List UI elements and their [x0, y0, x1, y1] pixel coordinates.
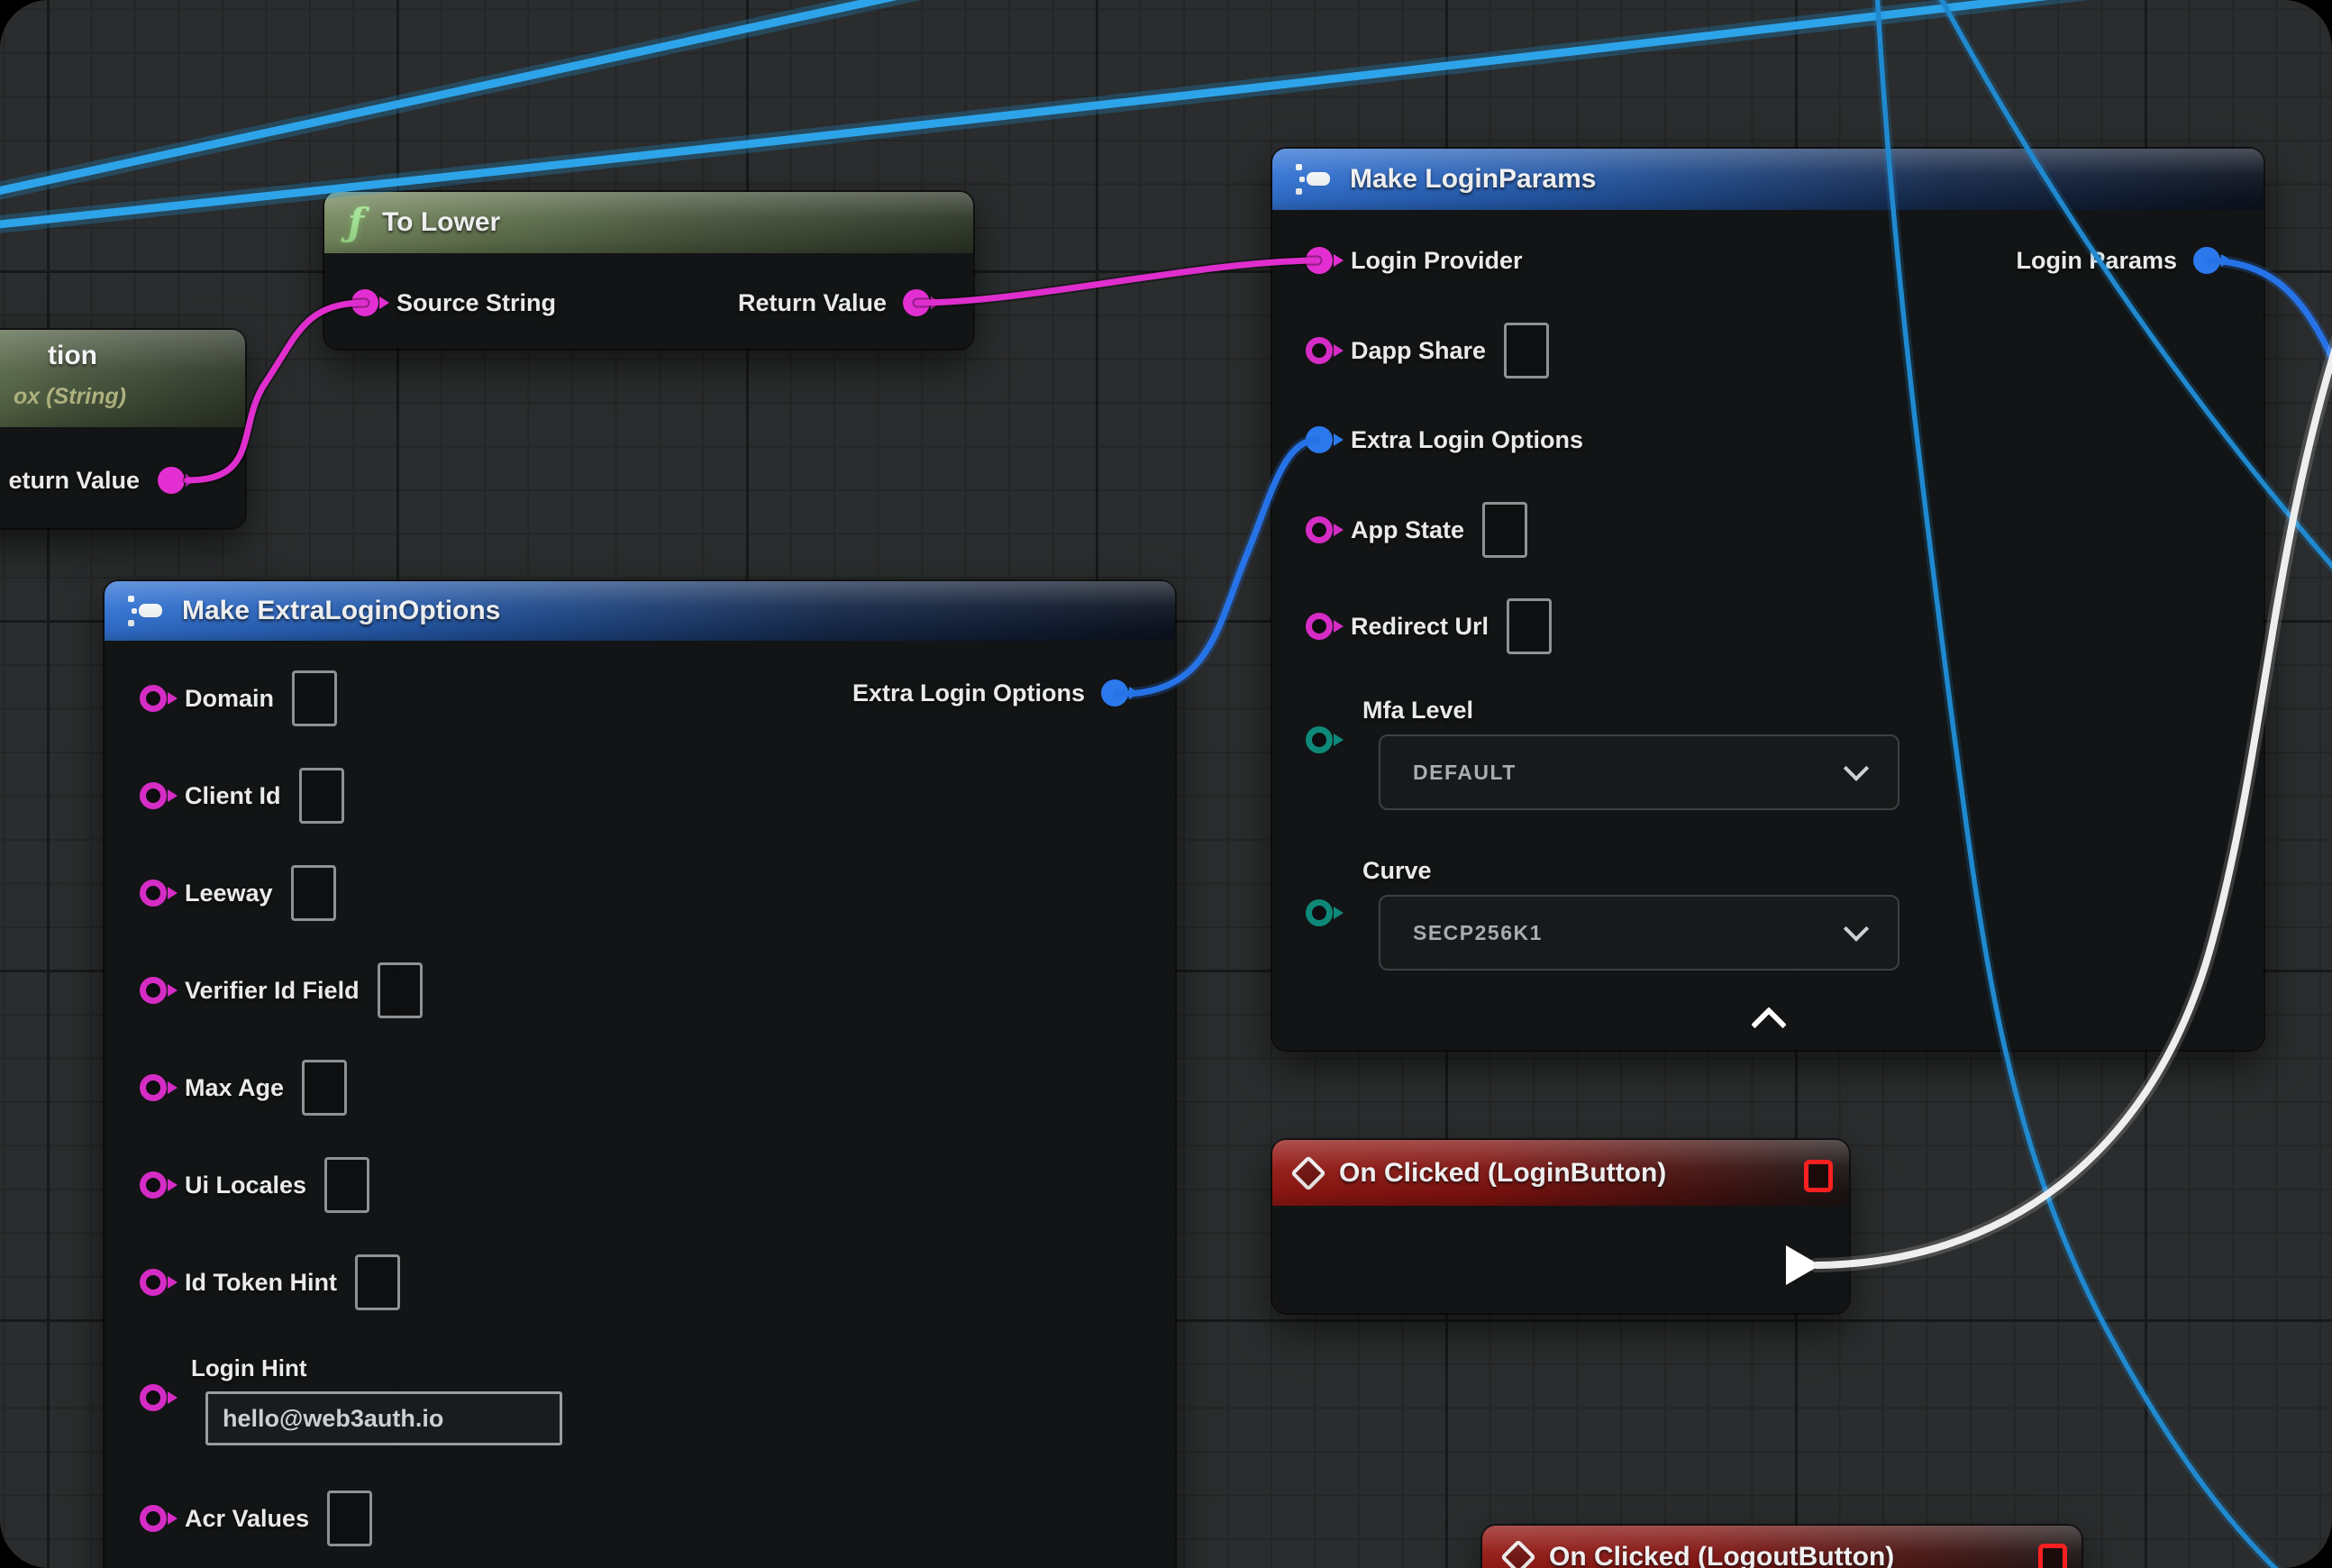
curve-dropdown[interactable]: SECP256K1	[1379, 895, 1899, 971]
id-token-hint-pin[interactable]	[140, 1269, 167, 1296]
return-value-pin[interactable]	[903, 289, 930, 316]
redirect-url-value-box[interactable]	[1507, 598, 1552, 654]
verifier-id-field-pin[interactable]	[140, 977, 167, 1004]
app-state-pin[interactable]	[1306, 516, 1333, 543]
redirect-url-pin[interactable]	[1306, 613, 1333, 640]
acr-values-value-box[interactable]	[327, 1491, 372, 1546]
node-title: On Clicked (LoginButton)	[1339, 1158, 1666, 1189]
verifier-id-field-value-box[interactable]	[378, 962, 423, 1018]
node-title: tion	[48, 341, 97, 371]
node-make-login-params[interactable]: Make LoginParams Login Provider Login Pa…	[1272, 149, 2264, 1050]
event-icon	[1290, 1155, 1326, 1191]
ui-locales-pin[interactable]	[140, 1171, 167, 1199]
node-partial-function-header[interactable]: tion ox (String)	[0, 330, 245, 427]
mfa-level-label: Mfa Level	[1362, 697, 1473, 725]
return-value-label: Return Value	[738, 289, 887, 317]
curve-value: SECP256K1	[1413, 921, 1543, 945]
curve-pin[interactable]	[1306, 899, 1333, 926]
domain-label: Domain	[185, 685, 274, 713]
client-id-pin[interactable]	[140, 782, 167, 809]
node-title: On Clicked (LogoutButton)	[1549, 1542, 1894, 1568]
login-params-out-pin[interactable]	[2193, 247, 2220, 274]
id-token-hint-label: Id Token Hint	[185, 1269, 337, 1297]
client-id-label: Client Id	[185, 782, 281, 810]
max-age-pin[interactable]	[140, 1074, 167, 1101]
node-to-lower[interactable]: ƒ To Lower Source String Return Value	[324, 192, 973, 349]
exec-output-pin[interactable]	[1786, 1245, 1820, 1285]
login-provider-label: Login Provider	[1351, 247, 1523, 275]
ui-locales-label: Ui Locales	[185, 1171, 306, 1199]
redirect-url-label: Redirect Url	[1351, 613, 1489, 641]
curve-label: Curve	[1362, 857, 1432, 885]
node-to-lower-header[interactable]: ƒ To Lower	[324, 192, 973, 253]
make-struct-icon	[1296, 161, 1332, 197]
chevron-down-icon	[1844, 916, 1869, 942]
magenta-wire-tolower-to-loginprovider	[917, 260, 1317, 303]
leeway-value-box[interactable]	[291, 865, 336, 921]
login-params-out-label: Login Params	[2016, 247, 2177, 275]
function-icon: ƒ	[348, 204, 364, 242]
node-title: Make LoginParams	[1350, 164, 1596, 195]
collapse-node-button[interactable]	[1751, 1007, 1787, 1043]
node-partial-function[interactable]: tion ox (String) eturn Value	[0, 330, 245, 528]
dapp-share-label: Dapp Share	[1351, 337, 1486, 365]
verifier-id-field-label: Verifier Id Field	[185, 977, 360, 1005]
mfa-level-dropdown[interactable]: DEFAULT	[1379, 734, 1899, 810]
node-on-clicked-logout-button[interactable]: On Clicked (LogoutButton)	[1482, 1526, 2081, 1568]
node-make-extra-login-options-header[interactable]: Make ExtraLoginOptions	[105, 581, 1175, 641]
acr-values-label: Acr Values	[185, 1505, 309, 1533]
extra-login-options-out-label: Extra Login Options	[852, 679, 1085, 707]
chevron-down-icon	[1844, 756, 1869, 781]
app-state-value-box[interactable]	[1482, 502, 1527, 558]
cyan-wire-top-left-upper	[0, 0, 982, 196]
login-hint-input-box[interactable]	[205, 1391, 562, 1445]
leeway-label: Leeway	[185, 880, 273, 907]
return-value-pin-label: eturn Value	[0, 467, 140, 495]
mfa-level-value: DEFAULT	[1413, 761, 1517, 785]
leeway-pin[interactable]	[140, 880, 167, 907]
login-hint-pin[interactable]	[140, 1384, 167, 1411]
dapp-share-pin[interactable]	[1306, 337, 1333, 364]
extra-login-options-in-pin[interactable]	[1306, 426, 1333, 453]
event-icon	[1500, 1539, 1536, 1568]
domain-value-box[interactable]	[292, 670, 337, 726]
domain-pin[interactable]	[140, 685, 167, 712]
extra-login-options-out-pin[interactable]	[1101, 679, 1128, 707]
blueprint-graph-canvas[interactable]: tion ox (String) eturn Value ƒ To Lower …	[0, 0, 2332, 1568]
node-on-clicked-logout-header[interactable]: On Clicked (LogoutButton)	[1482, 1526, 2081, 1568]
make-struct-icon	[128, 593, 164, 629]
id-token-hint-value-box[interactable]	[355, 1254, 400, 1310]
client-id-value-box[interactable]	[299, 768, 344, 824]
app-state-label: App State	[1351, 516, 1464, 544]
delegate-pin-icon[interactable]	[1804, 1160, 1833, 1192]
source-string-label: Source String	[396, 289, 556, 317]
source-string-pin[interactable]	[351, 289, 378, 316]
node-make-extra-login-options[interactable]: Make ExtraLoginOptions Domain Client Id …	[105, 581, 1175, 1568]
delegate-pin-icon[interactable]	[2038, 1544, 2067, 1568]
acr-values-pin[interactable]	[140, 1505, 167, 1532]
dapp-share-value-box[interactable]	[1504, 323, 1549, 378]
node-make-login-params-header[interactable]: Make LoginParams	[1272, 149, 2264, 210]
node-on-clicked-login-button[interactable]: On Clicked (LoginButton)	[1272, 1140, 1849, 1313]
ui-locales-value-box[interactable]	[324, 1157, 369, 1213]
blueprint-editor: tion ox (String) eturn Value ƒ To Lower …	[0, 0, 2332, 1568]
node-subtitle: ox (String)	[14, 384, 126, 410]
login-hint-label: Login Hint	[191, 1354, 307, 1382]
node-title: To Lower	[382, 207, 500, 238]
return-value-pin[interactable]	[158, 467, 185, 494]
max-age-label: Max Age	[185, 1074, 284, 1102]
extra-login-options-in-label: Extra Login Options	[1351, 426, 1583, 454]
node-title: Make ExtraLoginOptions	[182, 596, 500, 626]
mfa-level-pin[interactable]	[1306, 726, 1333, 753]
login-hint-input[interactable]	[221, 1404, 547, 1434]
max-age-value-box[interactable]	[302, 1060, 347, 1116]
login-provider-pin[interactable]	[1306, 247, 1333, 274]
node-on-clicked-login-header[interactable]: On Clicked (LoginButton)	[1272, 1140, 1849, 1206]
